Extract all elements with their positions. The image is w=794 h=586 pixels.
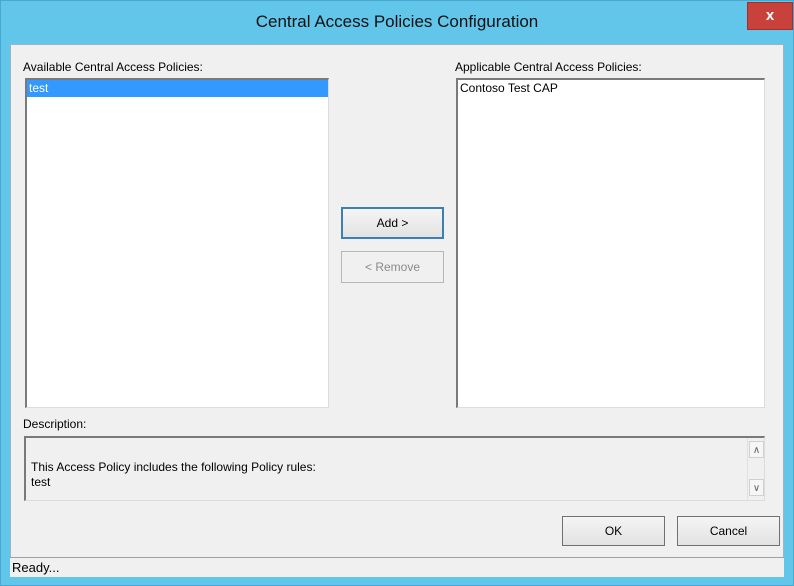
available-policies-list[interactable]: test xyxy=(25,78,329,408)
dialog-client-area: Available Central Access Policies: test … xyxy=(10,44,784,577)
list-item[interactable]: test xyxy=(27,80,328,97)
ok-button[interactable]: OK xyxy=(562,516,665,546)
cancel-button[interactable]: Cancel xyxy=(677,516,780,546)
scroll-down-arrow-icon[interactable]: ∨ xyxy=(749,479,764,496)
window-title: Central Access Policies Configuration xyxy=(255,12,539,31)
description-line-2: test xyxy=(31,475,51,489)
description-label: Description: xyxy=(23,417,87,431)
close-button[interactable]: x xyxy=(747,2,793,30)
description-scrollbar[interactable]: ∧ ∨ xyxy=(747,438,764,500)
scroll-up-arrow-icon[interactable]: ∧ xyxy=(749,441,764,458)
description-text: This Access Policy includes the followin… xyxy=(31,460,316,490)
title-bar[interactable]: Central Access Policies Configuration x xyxy=(1,1,793,41)
status-bar: Ready... xyxy=(10,557,784,577)
available-policies-label: Available Central Access Policies: xyxy=(23,60,203,74)
applicable-policies-list[interactable]: Contoso Test CAP xyxy=(456,78,765,408)
dialog-window: Central Access Policies Configuration x … xyxy=(0,0,794,586)
applicable-policies-label: Applicable Central Access Policies: xyxy=(455,60,642,74)
list-item[interactable]: Contoso Test CAP xyxy=(458,80,764,97)
description-line-1: This Access Policy includes the followin… xyxy=(31,460,316,474)
remove-button[interactable]: < Remove xyxy=(341,251,444,283)
add-button[interactable]: Add > xyxy=(341,207,444,239)
description-box[interactable]: This Access Policy includes the followin… xyxy=(24,436,765,501)
status-text: Ready... xyxy=(12,560,60,575)
